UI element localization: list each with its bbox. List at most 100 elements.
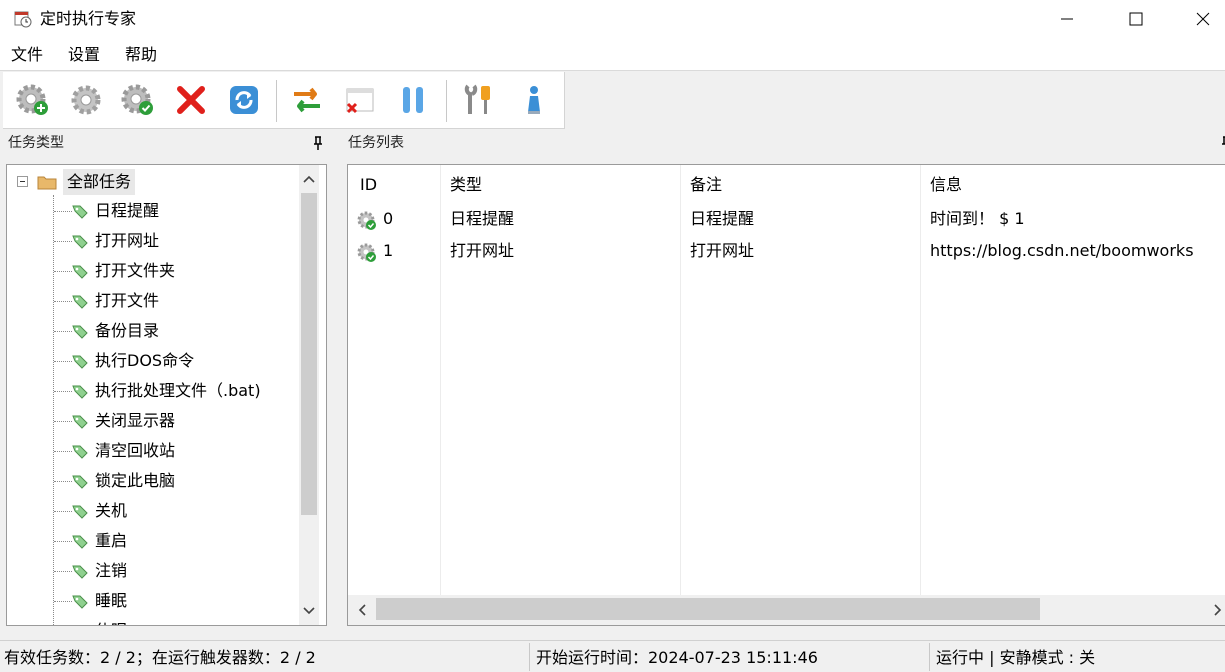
gear-icon bbox=[71, 85, 101, 115]
menu-file[interactable]: 文件 bbox=[11, 45, 43, 65]
tree-vertical-scrollbar[interactable] bbox=[299, 165, 319, 625]
refresh-icon bbox=[230, 86, 258, 114]
tree-branch bbox=[54, 601, 72, 602]
menu-help[interactable]: 帮助 bbox=[125, 45, 157, 65]
column-header-info[interactable]: 信息 bbox=[930, 173, 962, 197]
collapse-icon[interactable] bbox=[17, 176, 28, 187]
status-divider bbox=[529, 643, 530, 671]
scroll-up-button[interactable] bbox=[299, 165, 319, 193]
add-task-button[interactable] bbox=[13, 80, 53, 120]
tree-branch bbox=[54, 571, 72, 572]
tree-item-run-batch-file[interactable]: 执行批处理文件（.bat) bbox=[7, 376, 307, 406]
tree-item-open-folder[interactable]: 打开文件夹 bbox=[7, 256, 307, 286]
tools-icon bbox=[464, 84, 490, 114]
switch-icon bbox=[294, 87, 320, 113]
info-button[interactable] bbox=[514, 80, 554, 120]
tree-item-shutdown[interactable]: 关机 bbox=[7, 496, 307, 526]
scroll-right-button[interactable] bbox=[1204, 595, 1225, 625]
tree-item-open-url[interactable]: 打开网址 bbox=[7, 226, 307, 256]
tree-item-turn-off-monitor[interactable]: 关闭显示器 bbox=[7, 406, 307, 436]
close-button[interactable] bbox=[1180, 0, 1225, 38]
tree-branch bbox=[54, 361, 72, 362]
column-header-id[interactable]: ID bbox=[360, 173, 377, 197]
tag-icon bbox=[72, 265, 88, 279]
toolbar-separator bbox=[276, 80, 277, 122]
tree-branch bbox=[54, 301, 72, 302]
scroll-thumb[interactable] bbox=[376, 598, 1040, 620]
close-window-icon bbox=[346, 88, 374, 114]
tag-icon bbox=[72, 565, 88, 579]
enable-task-button[interactable] bbox=[118, 80, 158, 120]
cell-note: 日程提醒 bbox=[690, 209, 755, 228]
tag-icon bbox=[72, 415, 88, 429]
tree-item-hibernate[interactable]: 休眠 bbox=[7, 616, 307, 626]
tree-item-logoff[interactable]: 注销 bbox=[7, 556, 307, 586]
info-icon bbox=[528, 86, 540, 114]
tools-button[interactable] bbox=[458, 80, 498, 120]
column-header-type[interactable]: 类型 bbox=[450, 173, 482, 197]
tag-icon bbox=[72, 235, 88, 249]
enabled-task-icon bbox=[357, 211, 376, 230]
tree-item-open-file[interactable]: 打开文件 bbox=[7, 286, 307, 316]
pin-icon[interactable] bbox=[311, 135, 325, 151]
delete-task-button[interactable] bbox=[171, 80, 211, 120]
tag-icon bbox=[72, 505, 88, 519]
panel-splitter[interactable] bbox=[333, 131, 340, 633]
maximize-icon bbox=[1129, 12, 1143, 26]
pin-icon[interactable] bbox=[1219, 135, 1225, 151]
toolbar bbox=[3, 72, 565, 129]
minimize-button[interactable] bbox=[1044, 0, 1090, 38]
task-list: ID 类型 备注 信息 0 日程提醒 日程提醒 时间到！ $ 1 1 打开网址 … bbox=[347, 164, 1225, 626]
tag-icon bbox=[72, 385, 88, 399]
tree-item-restart[interactable]: 重启 bbox=[7, 526, 307, 556]
edit-task-button[interactable] bbox=[66, 80, 106, 120]
tree-item-schedule-reminder[interactable]: 日程提醒 bbox=[7, 196, 307, 226]
tree-item-empty-recycle-bin[interactable]: 清空回收站 bbox=[7, 436, 307, 466]
cell-type: 日程提醒 bbox=[450, 209, 515, 228]
scroll-down-button[interactable] bbox=[299, 597, 319, 625]
tree-item-label: 关闭显示器 bbox=[95, 411, 176, 430]
tag-icon bbox=[72, 205, 88, 219]
column-header-note[interactable]: 备注 bbox=[690, 173, 722, 197]
tree-item-label: 重启 bbox=[95, 531, 128, 550]
tree-item-sleep[interactable]: 睡眠 bbox=[7, 586, 307, 616]
tree-branch bbox=[54, 451, 72, 452]
add-gear-icon bbox=[16, 84, 48, 115]
tree-item-label: 执行DOS命令 bbox=[95, 351, 195, 370]
cell-type: 打开网址 bbox=[450, 241, 515, 260]
tree-item-label: 打开网址 bbox=[95, 231, 160, 250]
refresh-button[interactable] bbox=[224, 80, 264, 120]
table-row[interactable]: 0 日程提醒 日程提醒 时间到！ $ 1 bbox=[348, 203, 1225, 235]
task-list-horizontal-scrollbar[interactable] bbox=[348, 595, 1225, 625]
tag-icon bbox=[72, 475, 88, 489]
tree-item-label: 睡眠 bbox=[95, 591, 128, 610]
tag-icon bbox=[72, 535, 88, 549]
chevron-right-icon bbox=[1214, 604, 1222, 616]
cell-id: 0 bbox=[383, 209, 394, 228]
cell-info: 时间到！ $ 1 bbox=[930, 209, 1025, 228]
status-start-time: 开始运行时间：2024-07-23 15:11:46 bbox=[536, 648, 818, 667]
delete-icon bbox=[177, 86, 205, 114]
maximize-button[interactable] bbox=[1113, 0, 1159, 38]
pause-button[interactable] bbox=[393, 80, 433, 120]
switch-button[interactable] bbox=[287, 80, 327, 120]
cell-info: https://blog.csdn.net/boomworks bbox=[930, 241, 1194, 260]
tree-item-lock-computer[interactable]: 锁定此电脑 bbox=[7, 466, 307, 496]
table-row[interactable]: 1 打开网址 打开网址 https://blog.csdn.net/boomwo… bbox=[348, 235, 1225, 267]
scroll-thumb[interactable] bbox=[301, 193, 317, 515]
pause-icon bbox=[403, 87, 423, 113]
menu-settings[interactable]: 设置 bbox=[68, 45, 100, 65]
tree-item-run-dos-command[interactable]: 执行DOS命令 bbox=[7, 346, 307, 376]
tree-item-label: 休眠 bbox=[95, 616, 127, 625]
status-run-state: 运行中 | 安静模式 : 关 bbox=[936, 648, 1096, 667]
scroll-left-button[interactable] bbox=[348, 595, 376, 625]
tree-branch bbox=[54, 271, 72, 272]
enabled-task-icon bbox=[357, 243, 376, 262]
menu-bar: 文件 设置 帮助 bbox=[0, 38, 1225, 70]
tree-branch bbox=[54, 511, 72, 512]
tree-item-backup-directory[interactable]: 备份目录 bbox=[7, 316, 307, 346]
close-icon bbox=[1196, 12, 1210, 26]
tree-item-label: 日程提醒 bbox=[95, 201, 160, 220]
tag-icon bbox=[71, 623, 89, 626]
close-window-button[interactable] bbox=[340, 80, 380, 120]
